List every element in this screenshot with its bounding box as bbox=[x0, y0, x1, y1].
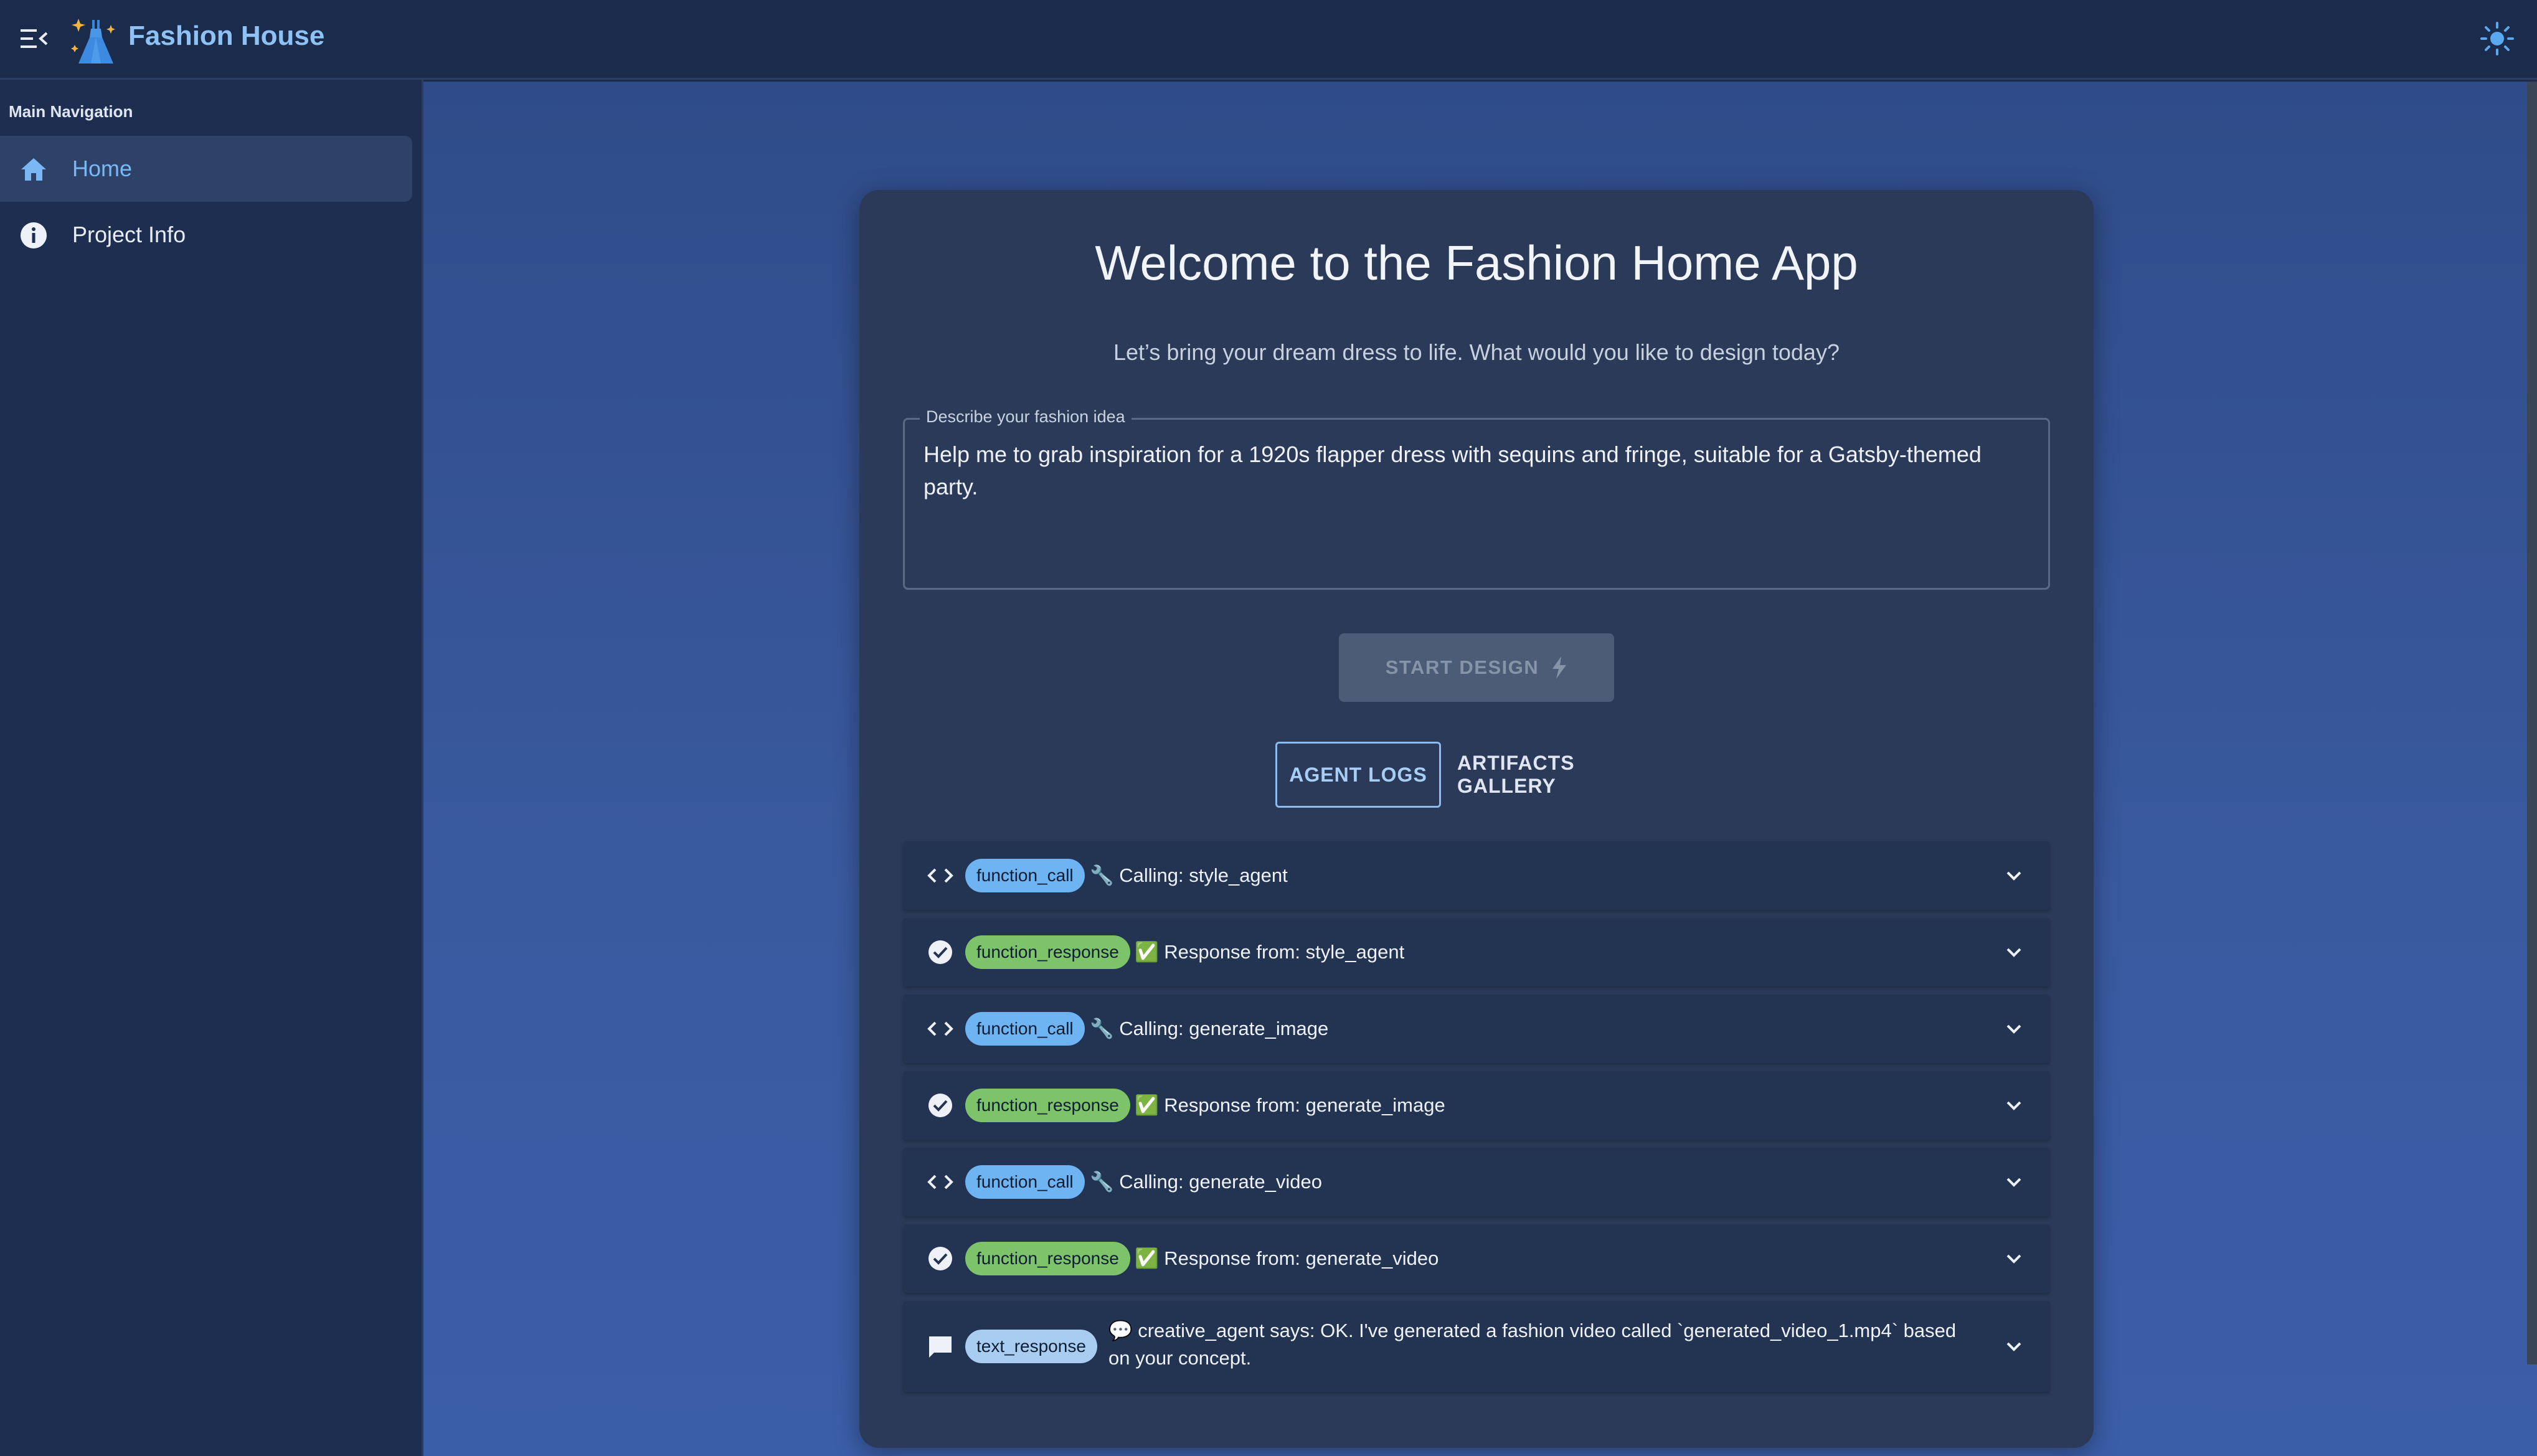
log-type-badge: text_response bbox=[965, 1330, 1097, 1363]
log-entry[interactable]: function_response ✅ Response from: style… bbox=[903, 918, 2050, 986]
sidebar-item-label: Project Info bbox=[72, 222, 186, 247]
log-message: ✅ Response from: generate_video bbox=[1135, 1247, 1439, 1269]
fashion-idea-label: Describe your fashion idea bbox=[920, 407, 1131, 427]
home-icon bbox=[19, 154, 49, 184]
tab-artifacts-gallery[interactable]: ARTIFACTS GALLERY bbox=[1457, 742, 1656, 808]
nav-heading: Main Navigation bbox=[9, 102, 133, 121]
theme-toggle-sun-icon[interactable] bbox=[2477, 19, 2517, 59]
dress-logo-icon bbox=[70, 14, 122, 66]
start-design-button[interactable]: START DESIGN bbox=[1339, 633, 1614, 702]
log-entry[interactable]: function_call 🔧 Calling: generate_image bbox=[903, 995, 2050, 1063]
fashion-idea-textarea[interactable]: Describe your fashion idea Help me to gr… bbox=[903, 407, 2050, 590]
code-icon bbox=[927, 868, 953, 883]
log-type-badge: function_response bbox=[965, 1242, 1130, 1275]
check-circle-icon bbox=[928, 1247, 952, 1270]
log-type-badge: function_response bbox=[965, 1089, 1130, 1122]
log-entry[interactable]: function_response ✅ Response from: gener… bbox=[903, 1071, 2050, 1140]
chevron-down-icon[interactable] bbox=[2001, 940, 2026, 965]
sidebar: Main Navigation Home Project Info bbox=[0, 80, 423, 1456]
code-icon bbox=[927, 1175, 953, 1189]
page-scrollbar[interactable] bbox=[2527, 82, 2537, 1364]
chevron-down-icon[interactable] bbox=[2001, 1170, 2026, 1194]
sidebar-item-project-info[interactable]: Project Info bbox=[0, 202, 412, 268]
app-brand-title[interactable]: Fashion House bbox=[128, 19, 324, 54]
bolt-icon bbox=[1552, 656, 1567, 679]
log-entry[interactable]: text_response 💬 creative_agent says: OK.… bbox=[903, 1301, 2050, 1392]
info-icon bbox=[19, 220, 49, 250]
code-icon bbox=[927, 1021, 953, 1036]
log-message: 🔧 Calling: generate_image bbox=[1090, 1018, 1329, 1039]
tab-agent-logs[interactable]: AGENT LOGS bbox=[1275, 742, 1441, 808]
log-message: 🔧 Calling: style_agent bbox=[1090, 864, 1288, 886]
chevron-down-icon[interactable] bbox=[2001, 1246, 2026, 1271]
start-design-label: START DESIGN bbox=[1385, 656, 1539, 678]
log-message: 🔧 Calling: generate_video bbox=[1090, 1171, 1322, 1193]
log-entry[interactable]: function_call 🔧 Calling: generate_video bbox=[903, 1148, 2050, 1216]
log-message: ✅ Response from: generate_image bbox=[1135, 1094, 1445, 1116]
log-type-badge: function_response bbox=[965, 935, 1130, 969]
log-entry[interactable]: function_call 🔧 Calling: style_agent bbox=[903, 841, 2050, 910]
log-type-badge: function_call bbox=[965, 1165, 1085, 1199]
chevron-down-icon[interactable] bbox=[2001, 1016, 2026, 1041]
top-app-bar: Fashion House bbox=[0, 0, 2537, 80]
menu-collapse-icon[interactable] bbox=[19, 22, 51, 55]
chevron-down-icon[interactable] bbox=[2001, 1334, 2026, 1359]
fashion-idea-value[interactable]: Help me to grab inspiration for a 1920s … bbox=[924, 438, 2029, 503]
log-type-badge: function_call bbox=[965, 1012, 1085, 1046]
welcome-card: Welcome to the Fashion Home App Let’s br… bbox=[859, 190, 2094, 1448]
chat-icon bbox=[929, 1336, 952, 1358]
check-circle-icon bbox=[928, 1094, 952, 1117]
check-circle-icon bbox=[928, 940, 952, 964]
log-message: ✅ Response from: style_agent bbox=[1135, 941, 1405, 963]
chevron-down-icon[interactable] bbox=[2001, 863, 2026, 888]
log-message: 💬 creative_agent says: OK. I've generate… bbox=[1108, 1320, 1957, 1369]
log-type-badge: function_call bbox=[965, 859, 1085, 892]
sidebar-item-home[interactable]: Home bbox=[0, 136, 412, 202]
chevron-down-icon[interactable] bbox=[2001, 1093, 2026, 1118]
log-entry[interactable]: function_response ✅ Response from: gener… bbox=[903, 1224, 2050, 1293]
page-subtitle: Let’s bring your dream dress to life. Wh… bbox=[1113, 339, 1840, 365]
sidebar-item-label: Home bbox=[72, 156, 133, 181]
page-title: Welcome to the Fashion Home App bbox=[1095, 235, 1858, 290]
